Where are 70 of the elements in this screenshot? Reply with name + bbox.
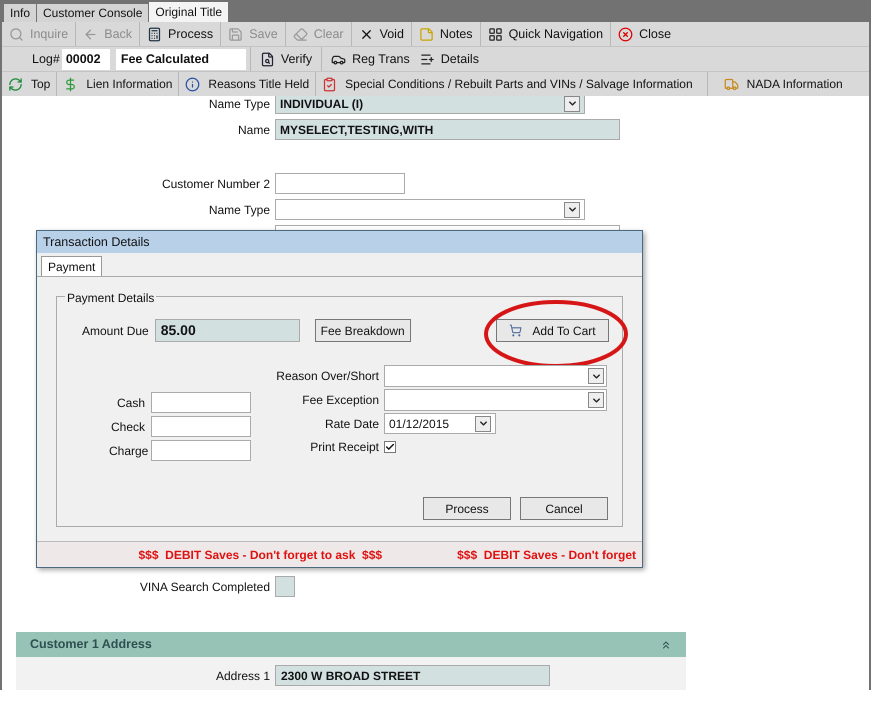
text-field[interactable]: 2300 W BROAD STREET [275,665,550,686]
fee-breakdown-button[interactable]: Fee Breakdown [314,319,411,342]
save-icon [228,26,244,42]
close-icon [618,26,634,42]
debit-message: $$$ DEBIT Saves - Don't forget [457,546,636,564]
text-field[interactable] [151,440,251,461]
tab[interactable]: Payment [41,256,102,276]
text-field[interactable] [151,416,251,437]
checkbox[interactable] [275,576,295,597]
field-label: Rate Date [324,416,379,432]
log-label: Log# [32,50,60,68]
amount-field: 85.00 [154,319,300,342]
toolbar-button[interactable]: Reg Trans [326,50,415,68]
field-label: Amount Due [82,322,149,340]
document-search-icon [260,52,275,66]
field-label: Fee Exception [301,392,379,409]
section-link[interactable]: NADA Information [722,75,845,93]
truck-icon [724,76,739,92]
dropdown-field[interactable] [384,365,607,387]
tab[interactable]: Info [4,4,36,22]
dropdown-field[interactable] [384,389,607,411]
dialog-button[interactable]: Process [423,497,511,520]
toolbar-button[interactable]: Notes [416,24,476,44]
dialog-title: Transaction Details [37,231,642,253]
log-number-field: 00002 [62,48,110,70]
text-field[interactable] [275,173,405,194]
toolbar-button[interactable]: Details [414,50,484,68]
toolbar-button[interactable]: Void [356,24,407,44]
collapse-icon [660,638,672,650]
dropdown-field[interactable] [275,199,585,220]
eraser-icon [292,26,308,42]
refresh-icon [8,76,23,92]
dropdown-field[interactable]: INDIVIDUAL (I) [275,96,585,114]
section-link[interactable]: Special Conditions / Rebuilt Parts and VINs / Salvage Information [320,75,695,93]
section-link[interactable]: Top [6,75,52,93]
field-label: Reason Over/Short [275,368,379,385]
info-icon [185,76,200,92]
field-label: Cash [116,394,145,412]
field-label: Address 1 [214,668,270,684]
grid-icon [488,26,503,42]
list-icon [420,52,435,66]
tab[interactable]: Original Title [149,2,228,22]
cart-icon [509,324,522,337]
toolbar-button[interactable]: Process [144,24,216,44]
search-icon [9,26,24,42]
debit-message: $$$ DEBIT Saves - Don't forget to ask $$$ [138,546,382,564]
section-link[interactable]: Reasons Title Held [183,75,312,93]
date-field[interactable]: 01/12/2015 [384,413,496,434]
toolbar-button[interactable]: Verify [254,50,318,68]
note-icon [418,26,434,42]
text-field[interactable]: MYSELECT,TESTING,WITH [275,119,620,140]
calculator-icon [147,26,162,42]
section-header[interactable]: Customer 1 Address [16,632,686,657]
field-label: Name Type [208,202,270,218]
text-field[interactable] [151,392,251,413]
checkbox[interactable] [384,441,396,453]
status-field: Fee Calculated [116,48,246,70]
field-label: Print Receipt [309,439,379,456]
checklist-icon [322,76,338,92]
field-label: VINA Search Completed [138,578,270,596]
field-label: Name [236,122,270,138]
section-link[interactable]: Lien Information [61,75,174,93]
field-label: Name Type [208,96,270,112]
toolbar-button[interactable]: Quick Navigation [484,24,606,44]
dialog-button[interactable]: Cancel [520,497,608,520]
field-label: Check [110,418,145,436]
add-to-cart-button[interactable]: Add To Cart [496,319,609,342]
tab[interactable]: Customer Console [37,4,148,22]
toolbar-button[interactable]: Close [615,24,674,44]
field-label: Customer Number 2 [160,176,270,192]
